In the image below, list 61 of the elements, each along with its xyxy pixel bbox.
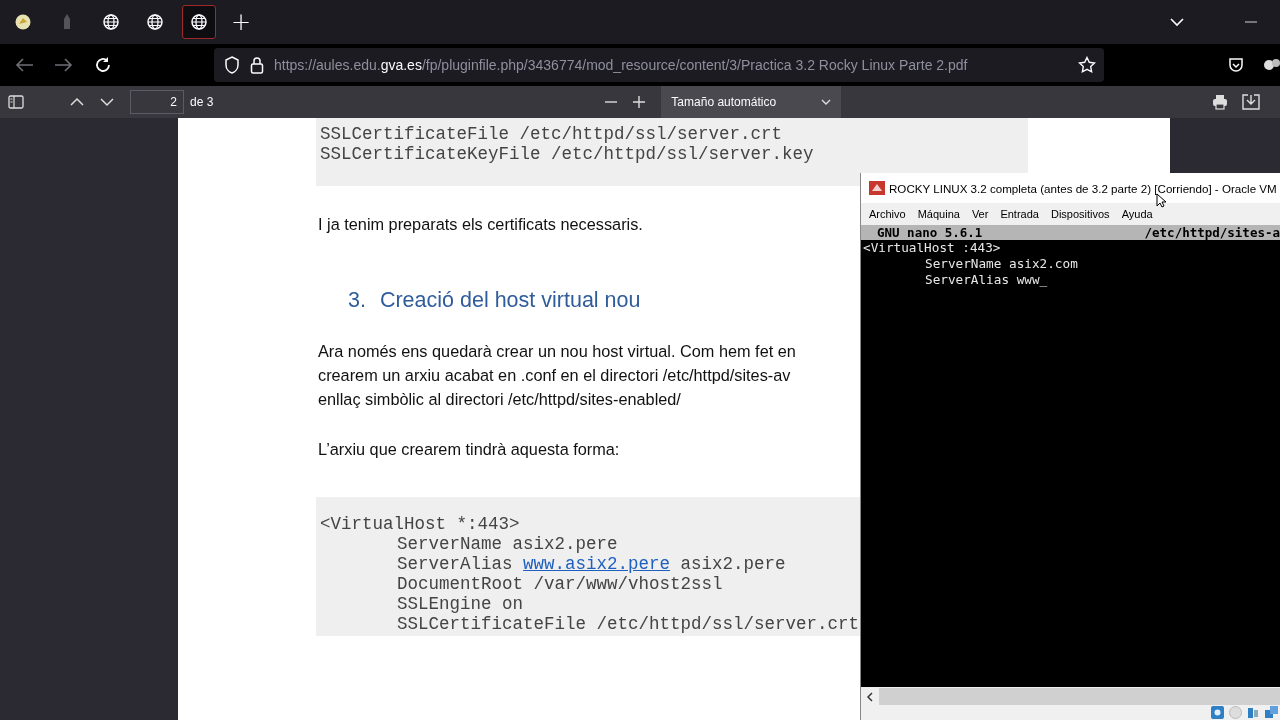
zoom-select[interactable]: Tamaño automático xyxy=(661,86,842,118)
paragraph-line: enllaç simbòlic al directori /etc/httpd/sites-enabled/ xyxy=(318,389,681,410)
network-icon[interactable] xyxy=(1265,706,1278,719)
minimize-icon[interactable] xyxy=(1244,20,1258,24)
zoom-in-icon[interactable] xyxy=(633,96,646,108)
pen-icon xyxy=(62,13,72,31)
menu-item[interactable]: Archivo xyxy=(869,208,906,220)
window-title: ROCKY LINUX 3.2 completa (antes de 3.2 parte 2) [Corriendo] - Oracle VM xyxy=(889,181,1277,195)
code-line: ServerName asix2.pere xyxy=(397,534,618,554)
shield-icon xyxy=(224,56,240,74)
next-page-icon[interactable] xyxy=(100,97,114,107)
browser-tab[interactable] xyxy=(182,5,216,39)
globe-icon xyxy=(146,13,164,31)
pocket-icon[interactable] xyxy=(1228,57,1244,73)
page-number-field[interactable]: 2 xyxy=(130,90,184,114)
sidebar-toggle-icon[interactable] xyxy=(8,95,24,109)
code-line: DocumentRoot /var/www/vhost2ssl xyxy=(397,574,723,594)
url-text: https://aules.edu.gva.es/fp/pluginfile.php/3436774/mod_resource/content/3/Practica 3.2 Rocky Linux Parte 2.pdf xyxy=(274,57,969,73)
app-icon xyxy=(14,13,32,31)
download-icon[interactable] xyxy=(1242,94,1260,110)
code-line: ServerAlias www.asix2.pere asix2.pere xyxy=(397,554,786,574)
menu-item[interactable]: Ayuda xyxy=(1121,208,1153,220)
star-icon[interactable] xyxy=(1078,56,1096,74)
paragraph-line: I ja tenim preparats els certificats necessaris. xyxy=(318,214,643,235)
terminal-line: ServerName asix2.com xyxy=(925,256,1078,272)
code-line: SSLCertificateKeyFile /etc/httpd/ssl/server.key xyxy=(320,144,814,164)
heading-number: 3. xyxy=(348,288,366,313)
paragraph-line: crearem un arxiu acabat en .conf en el directori /etc/httpd/sites-av xyxy=(318,365,791,386)
menu-item[interactable]: Máquina xyxy=(917,208,960,220)
reload-icon[interactable] xyxy=(94,56,112,74)
terminal-line: <VirtualHost :443> xyxy=(863,240,1001,256)
terminal-line: ServerAlias www_ xyxy=(925,272,1048,288)
address-bar[interactable]: https://aules.edu.gva.es/fp/pluginfile.php/3436774/mod_resource/content/3/Practica 3.2 Rocky Linux Parte 2.pdf xyxy=(214,48,1104,82)
code-line: SSLEngine on xyxy=(397,594,524,614)
page-count: de 3 xyxy=(190,95,214,109)
paragraph-line: L’arxiu que crearem tindrà aquesta forma: xyxy=(318,439,620,460)
paragraph-line: Ara només ens quedarà crear un nou host virtual. Com hem fet en xyxy=(318,341,796,362)
forward-arrow-icon[interactable] xyxy=(54,57,74,73)
horizontal-scrollbar[interactable] xyxy=(861,687,1280,705)
disk-icon[interactable] xyxy=(1211,706,1224,719)
code-line: SSLCertificateFile /etc/httpd/ssl/server.crt xyxy=(397,614,860,634)
section-heading: Creació del host virtual nou xyxy=(379,288,641,313)
code-link[interactable]: www.asix2.pere xyxy=(523,554,671,574)
chevron-down-icon[interactable] xyxy=(1170,17,1184,27)
chevron-down-icon xyxy=(821,98,832,106)
globe-icon xyxy=(190,13,208,31)
back-arrow-icon[interactable] xyxy=(14,57,34,73)
code-line: <VirtualHost *:443> xyxy=(320,514,520,534)
scroll-left-icon[interactable] xyxy=(867,691,873,702)
menu-item[interactable]: Entrada xyxy=(1000,208,1039,220)
code-line: SSLCertificateFile /etc/httpd/ssl/server.crt xyxy=(320,124,783,144)
lock-icon xyxy=(250,56,264,74)
vm-logo-icon xyxy=(869,181,885,195)
menu-item[interactable]: Dispositivos xyxy=(1050,208,1110,220)
menu-item[interactable]: Ver xyxy=(971,208,989,220)
new-tab-button[interactable]: + xyxy=(226,8,256,36)
globe-icon xyxy=(102,13,120,31)
audio-icon[interactable] xyxy=(1247,706,1260,719)
print-icon[interactable] xyxy=(1212,94,1228,110)
nano-header-bar: GNU nano 5.6.1 /etc/httpd/sites-a xyxy=(861,225,1280,240)
previous-page-icon[interactable] xyxy=(70,97,84,107)
